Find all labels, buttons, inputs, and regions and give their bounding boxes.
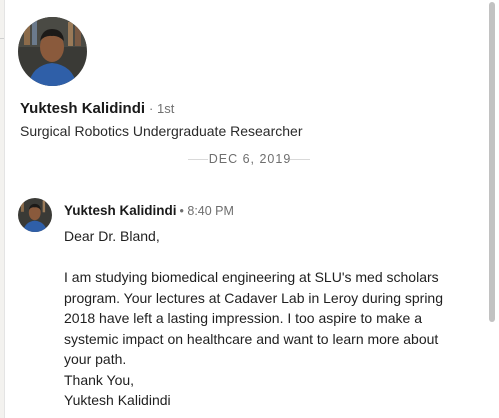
- message-header: Yuktesh Kalidindi • 8:40 PM: [64, 202, 234, 220]
- profile-headline: Surgical Robotics Undergraduate Research…: [20, 123, 303, 139]
- message-signature: Yuktesh Kalidindi: [64, 392, 171, 408]
- profile-avatar[interactable]: [18, 17, 87, 86]
- message-line: program. Your lectures at Cadaver Lab in…: [64, 289, 443, 306]
- message-sender-avatar[interactable]: [18, 198, 52, 232]
- message-signoff: Thank You,: [64, 371, 135, 388]
- date-divider: DEC 6, 2019: [20, 151, 480, 167]
- date-divider-label: DEC 6, 2019: [208, 152, 292, 166]
- message-line: I am studying biomedical engineering at …: [64, 269, 439, 285]
- connection-degree: · 1st: [149, 101, 175, 116]
- scrollbar-thumb[interactable]: [489, 2, 495, 322]
- profile-name[interactable]: Yuktesh Kalidindi: [20, 100, 145, 117]
- message-greeting: Dear Dr. Bland,: [64, 228, 160, 244]
- message-line: 2018 have left a lasting impression. I t…: [64, 310, 422, 326]
- message-line: systemic impact on healthcare and want t…: [64, 330, 439, 347]
- message-sender-name[interactable]: Yuktesh Kalidindi: [64, 203, 177, 218]
- message-line: your path.: [64, 351, 127, 367]
- profile-name-row: Yuktesh Kalidindi · 1st: [20, 100, 174, 118]
- scrollbar[interactable]: [487, 0, 497, 418]
- message-timestamp: • 8:40 PM: [179, 204, 234, 218]
- left-panel-edge: [0, 0, 5, 418]
- message-body: Dear Dr. Bland, I am studying biomedical…: [64, 226, 479, 411]
